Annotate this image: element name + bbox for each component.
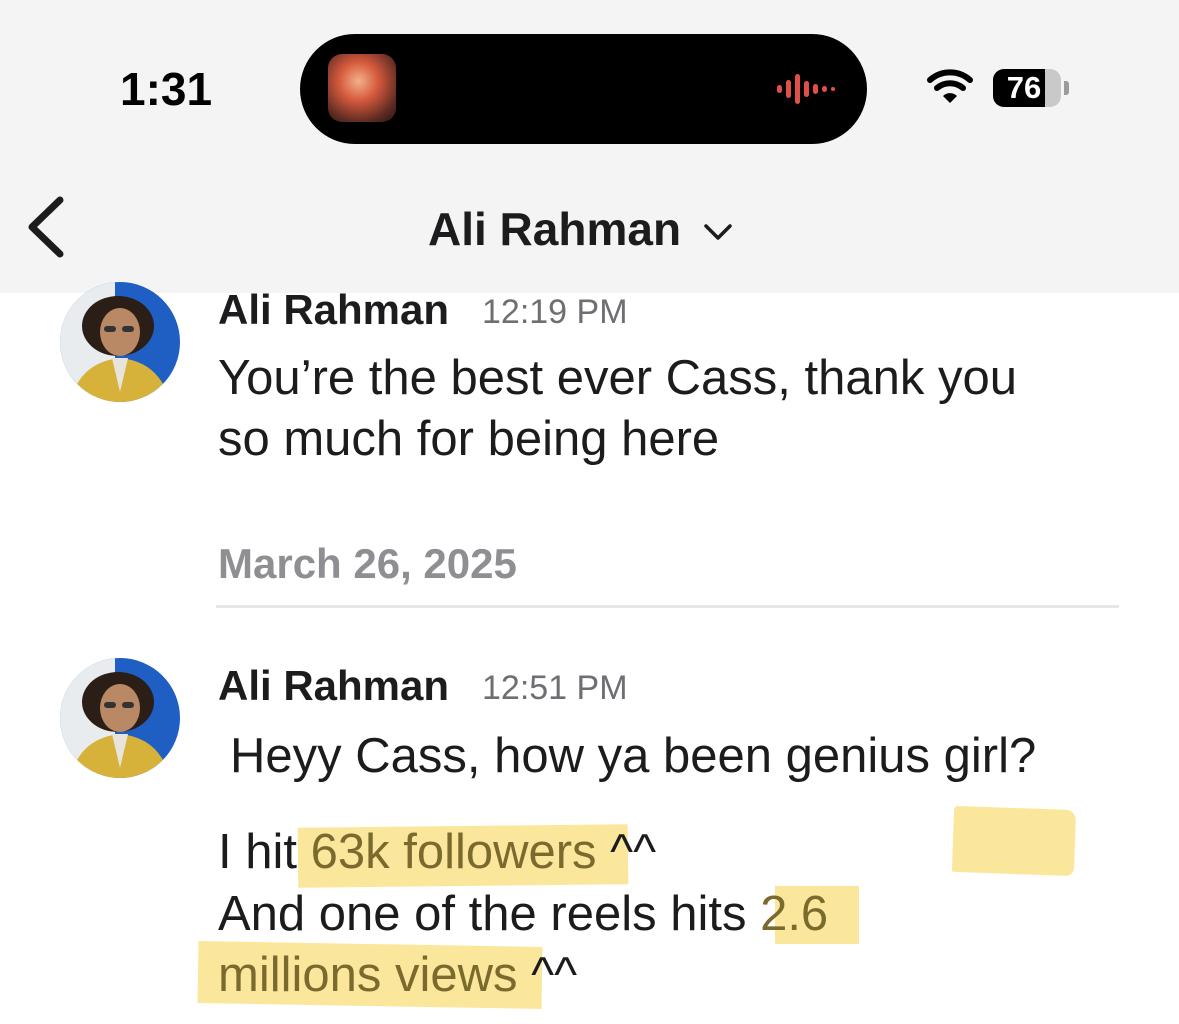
message-text-segment: And one of the reels hits	[218, 887, 761, 941]
avatar-image	[60, 282, 180, 402]
conversation-title-button[interactable]: Ali Rahman	[428, 196, 733, 262]
highlighted-text: 2.6	[760, 887, 829, 941]
divider	[216, 605, 1119, 608]
highlighted-text: millions views	[218, 948, 518, 1002]
highlighted-text: 63k followers	[310, 825, 597, 879]
message-text-line: millions views ^^	[218, 945, 577, 1006]
highlight-mark	[951, 805, 1077, 877]
message-text-segment: ^^	[517, 948, 578, 1002]
message-text-segment: ^^	[596, 825, 657, 879]
battery-icon: 76	[993, 69, 1069, 107]
message-text-line: I hit 63k followers ^^	[218, 822, 656, 883]
conversation-title: Ali Rahman	[428, 203, 682, 255]
top-bar: 1:31 76 Ali Rahman	[0, 0, 1179, 293]
chevron-down-icon	[704, 224, 732, 240]
message-text-line: And one of the reels hits 2.6	[218, 884, 828, 945]
now-playing-thumbnail	[328, 54, 396, 122]
battery-body: 76	[993, 69, 1061, 107]
sender-name[interactable]: Ali Rahman	[218, 662, 449, 710]
message-text-segment: I hit	[218, 825, 311, 879]
message-text-line: Heyy Cass, how ya been genius girl?	[230, 729, 1037, 783]
avatar[interactable]	[60, 658, 180, 778]
back-button[interactable]	[22, 196, 70, 258]
message-text-line: You’re the best ever Cass, thank you	[218, 351, 1018, 405]
avatar-image	[60, 658, 180, 778]
date-separator: March 26, 2025	[218, 540, 517, 587]
message-time: 12:19 PM	[482, 293, 628, 331]
sender-name[interactable]: Ali Rahman	[218, 286, 449, 334]
battery-level: 76	[1006, 70, 1042, 105]
wifi-icon	[927, 69, 973, 103]
battery-tip	[1064, 81, 1069, 95]
audio-waveform-icon	[777, 74, 835, 104]
message-text-line: so much for being here	[218, 412, 720, 466]
status-time: 1:31	[120, 63, 213, 115]
avatar[interactable]	[60, 282, 180, 402]
dynamic-island[interactable]	[300, 34, 867, 144]
message-time: 12:51 PM	[482, 669, 628, 707]
